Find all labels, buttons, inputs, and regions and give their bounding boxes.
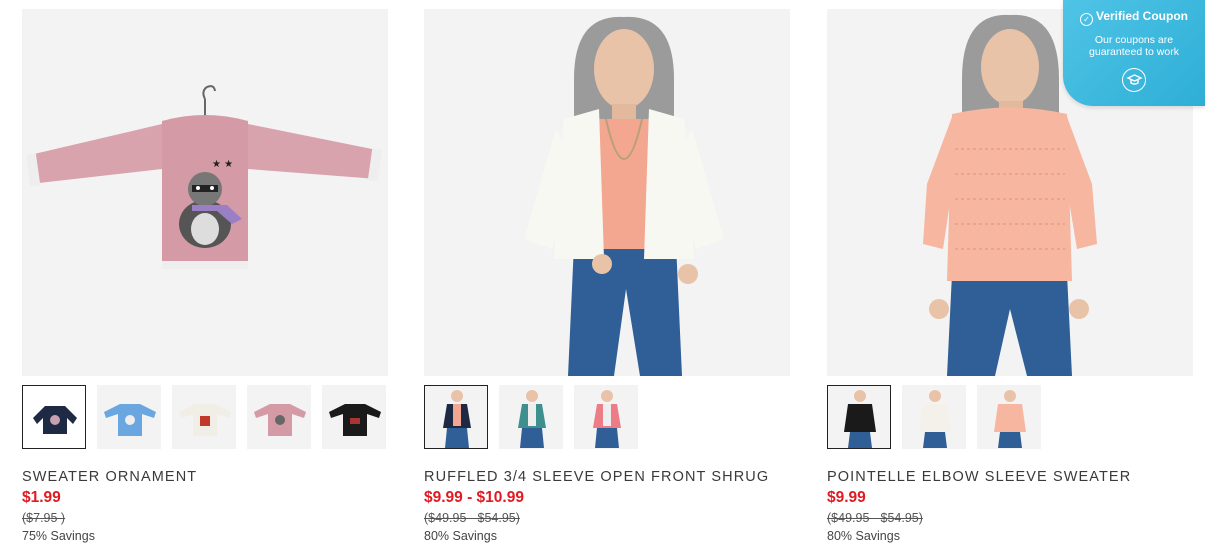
original-price: ($49.95 - $54.95) — [424, 511, 520, 525]
savings-label: 75% Savings — [22, 529, 95, 543]
verified-coupon-badge[interactable]: ✓ Verified Coupon Our coupons are guarant… — [1063, 0, 1205, 106]
coupon-subtitle: Our coupons are guaranteed to work — [1063, 34, 1205, 58]
original-price: ($7.95 ) — [22, 511, 66, 525]
svg-text:★ ★: ★ ★ — [212, 159, 233, 170]
sale-price: $9.99 — [827, 489, 866, 506]
product-card-sweater-ornament: ★ ★ SWEATER ORNAMENT $1.99 ($7.95 ) 75% … — [22, 9, 388, 543]
thumbnail-black-sweater-ornament[interactable] — [322, 385, 386, 449]
thumbnail-model-navy-shrug[interactable] — [424, 385, 488, 449]
savings-label: 80% Savings — [827, 529, 900, 543]
product-title[interactable]: SWEATER ORNAMENT — [22, 469, 197, 485]
coupon-subtitle-line1: Our coupons are — [1094, 34, 1174, 46]
thumbnail-model-peach-sweater[interactable] — [977, 385, 1041, 449]
thumbnail-strip — [22, 385, 388, 451]
sale-price: $9.99 - $10.99 — [424, 489, 524, 506]
thumbnail-strip — [424, 385, 790, 451]
thumbnail-model-white-sweater[interactable] — [902, 385, 966, 449]
thumbnail-model-coral-shrug[interactable] — [574, 385, 638, 449]
product-image[interactable]: ★ ★ — [22, 9, 388, 376]
thumbnail-strip — [827, 385, 1193, 451]
graduation-cap-icon — [1122, 68, 1146, 92]
thumbnail-model-black-sweater[interactable] — [827, 385, 891, 449]
thumbnail-blue-sweater-ornament[interactable] — [97, 385, 161, 449]
original-price: ($49.95 - $54.95) — [827, 511, 923, 525]
savings-label: 80% Savings — [424, 529, 497, 543]
product-card-ruffled-shrug: RUFFLED 3/4 SLEEVE OPEN FRONT SHRUG $9.9… — [424, 9, 790, 543]
coupon-title-text: Verified Coupon — [1095, 9, 1188, 23]
thumbnail-white-sweater-ornament[interactable] — [172, 385, 236, 449]
thumbnail-model-teal-shrug[interactable] — [499, 385, 563, 449]
thumbnail-pink-sweater-ornament[interactable] — [247, 385, 311, 449]
thumbnail-navy-hoodie-ornament[interactable] — [22, 385, 86, 449]
product-image[interactable] — [424, 9, 790, 376]
coupon-subtitle-line2: guaranteed to work — [1089, 46, 1179, 58]
sale-price: $1.99 — [22, 489, 61, 506]
product-title[interactable]: POINTELLE ELBOW SLEEVE SWEATER — [827, 469, 1131, 485]
check-circle-icon: ✓ — [1079, 13, 1093, 26]
product-title[interactable]: RUFFLED 3/4 SLEEVE OPEN FRONT SHRUG — [424, 469, 769, 485]
coupon-title: ✓ Verified Coupon — [1063, 9, 1205, 26]
